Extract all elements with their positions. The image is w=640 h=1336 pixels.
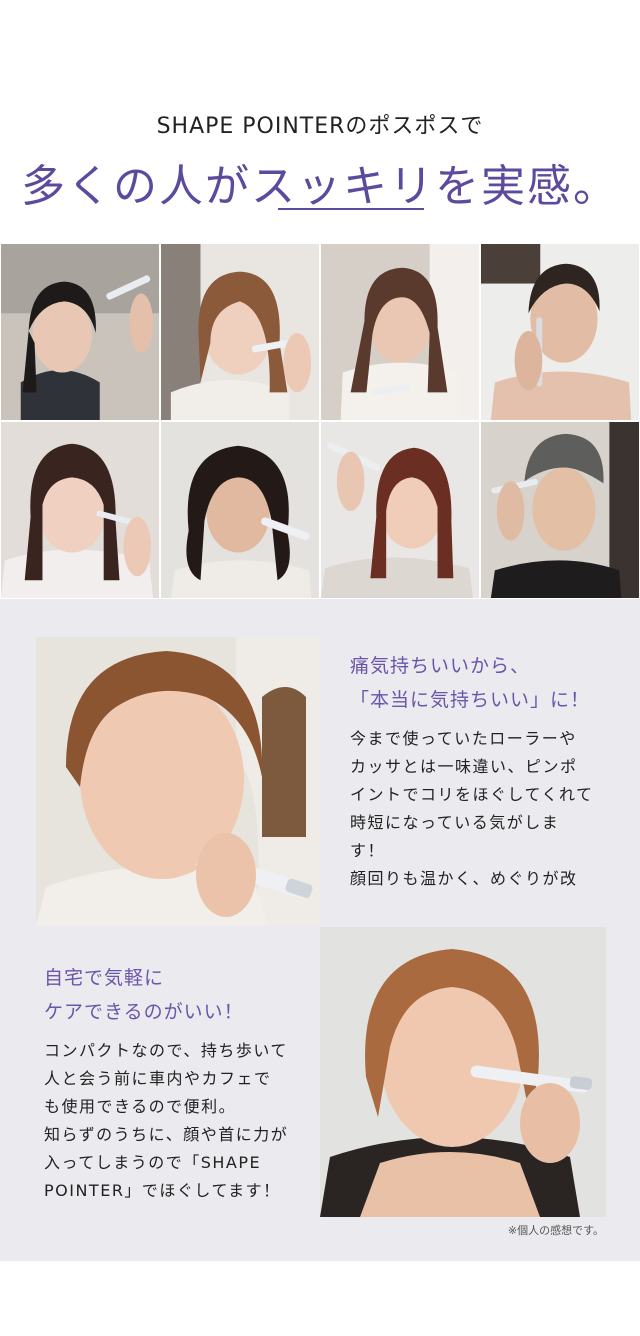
user-photo-5 bbox=[0, 421, 160, 599]
user-photo-8 bbox=[480, 421, 640, 599]
voice-body-line: 知らずのうちに、顔や首に力が bbox=[44, 1125, 289, 1144]
voice-title-line: ケアできるのがいい！ bbox=[44, 1001, 244, 1023]
voice-title-line: 「本当に気持ちいい」に！ bbox=[350, 689, 591, 711]
user-photo-7 bbox=[320, 421, 480, 599]
hero-title-underline bbox=[278, 208, 424, 210]
user-photo-3 bbox=[320, 243, 480, 421]
voice-title-line: 自宅で気軽に bbox=[44, 967, 165, 989]
hero-section: SHAPE POINTERのポスポスで 多くの人がスッキリを実感。 bbox=[0, 0, 640, 243]
voice-body-line: コンパクトなので、持ち歩いて bbox=[44, 1041, 288, 1060]
user-photo-grid bbox=[0, 243, 640, 599]
voice-title-line: 痛気持ちいいから、 bbox=[350, 655, 531, 677]
voice-body-line: イントでコリをほぐしてくれて bbox=[350, 785, 594, 804]
voice-body-line: 入ってしまうので「SHAPE bbox=[44, 1153, 262, 1172]
hero-subtitle: SHAPE POINTERのポスポスで bbox=[156, 114, 484, 139]
voice-title-1: 痛気持ちいいから、 「本当に気持ちいい」に！ bbox=[350, 649, 610, 717]
voice-body-line: 人と会う前に車内やカフェで bbox=[44, 1069, 272, 1088]
voice-body-line: 顔回りも温かく、めぐりが改 bbox=[350, 869, 578, 888]
user-photo-2 bbox=[160, 243, 320, 421]
voice-body-line: す！ bbox=[350, 841, 386, 860]
user-photo-1 bbox=[0, 243, 160, 421]
page: SHAPE POINTERのポスポスで 多くの人がスッキリを実感。 痛気持ちいい… bbox=[0, 0, 640, 1336]
voice-body-2: コンパクトなので、持ち歩いて 人と会う前に車内やカフェで も使用できるので便利。… bbox=[44, 1037, 306, 1205]
voice-photo-1 bbox=[36, 637, 320, 925]
user-photo-4 bbox=[480, 243, 640, 421]
voice-body-line: カッサとは一味違い、ピンポ bbox=[350, 757, 578, 776]
voice-text-2: 自宅で気軽に ケアできるのがいい！ コンパクトなので、持ち歩いて 人と会う前に車… bbox=[44, 961, 306, 1205]
voices-section: 痛気持ちいいから、 「本当に気持ちいい」に！ 今まで使っていたローラーや カッサ… bbox=[0, 599, 640, 1261]
voice-title-2: 自宅で気軽に ケアできるのがいい！ bbox=[44, 961, 306, 1029]
voice-photo-2 bbox=[320, 927, 606, 1217]
voice-body-line: POINTER」でほぐしてます！ bbox=[44, 1181, 281, 1200]
hero-title: 多くの人がスッキリを実感。 bbox=[21, 161, 619, 212]
voice-text-1: 痛気持ちいいから、 「本当に気持ちいい」に！ 今まで使っていたローラーや カッサ… bbox=[350, 649, 610, 893]
voice-body-line: 今まで使っていたローラーや bbox=[350, 729, 577, 748]
user-photo-6 bbox=[160, 421, 320, 599]
voice-body-line: も使用できるので便利。 bbox=[44, 1097, 237, 1116]
disclaimer-note: ※個人の感想です。 bbox=[507, 1224, 604, 1237]
voice-body-1: 今まで使っていたローラーや カッサとは一味違い、ピンポ イントでコリをほぐしてく… bbox=[350, 725, 610, 893]
bottom-spacer bbox=[0, 1261, 640, 1336]
voice-body-line: 時短になっている気がしま bbox=[350, 813, 560, 832]
